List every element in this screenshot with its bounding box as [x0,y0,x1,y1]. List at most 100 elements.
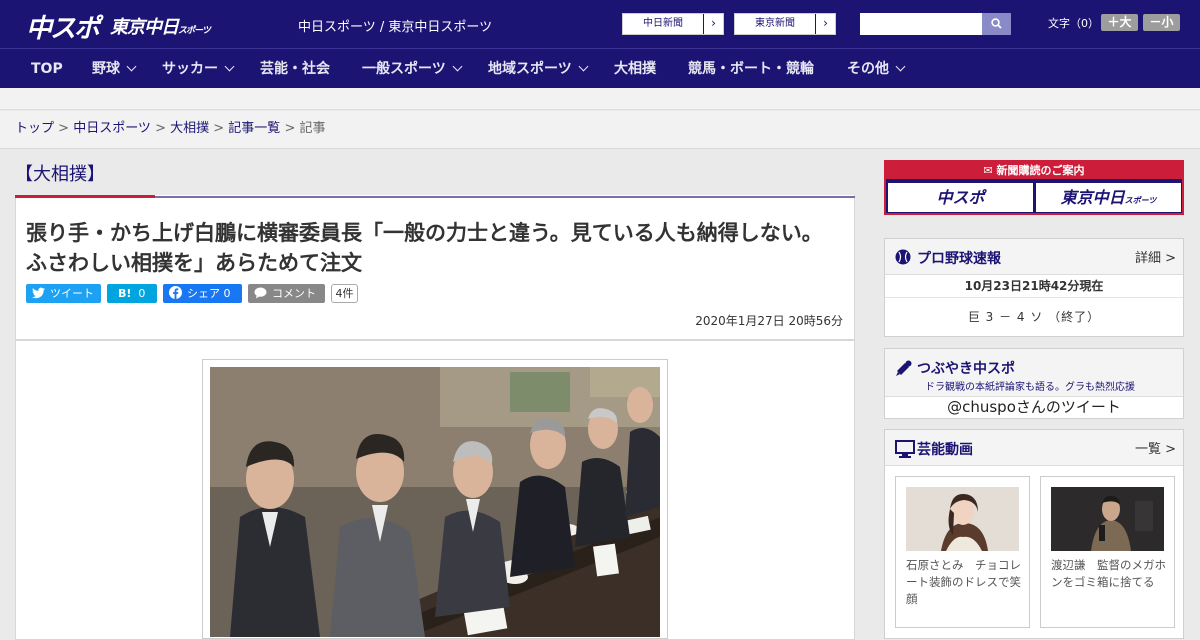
nav-label: 競馬・ボート・競輪 [688,61,814,77]
entertainment-video-widget: 芸能動画 一覧 > 石原さとみ チョコレート装飾のドレスで笑顔 渡辺謙 監督のメ… [884,429,1184,639]
tokyo-chunichi-logo[interactable]: 東京中日スポーツ [110,13,211,39]
video-thumbnail [1051,487,1164,551]
breadcrumb-separator: > [280,121,300,136]
baseball-icon [895,249,911,265]
breadcrumb: トップ > 中日スポーツ > 大相撲 > 記事一覧 > 記事 [0,111,1200,149]
chevron-right-icon: › [815,14,835,34]
nav-item-local-sports[interactable]: 地域スポーツ [488,49,589,89]
paper-label: 東京新聞 [755,18,795,29]
nav-item-racing[interactable]: 競馬・ボート・競輪 [688,49,814,89]
breadcrumb-separator: > [150,121,171,136]
monitor-icon [895,440,915,458]
hatena-count: 0 [138,287,146,300]
nav-label: 一般スポーツ [362,61,446,77]
video-card[interactable]: 石原さとみ チョコレート装飾のドレスで笑顔 [895,476,1030,628]
nav-item-sumo[interactable]: 大相撲 [614,49,656,89]
tokyo-shimbun-link[interactable]: 東京新聞 › [734,13,836,35]
nav-label: 芸能・社会 [260,61,330,77]
facebook-label: シェア [187,287,220,300]
facebook-icon [169,286,182,305]
video-list-link[interactable]: 一覧 > [1135,438,1176,457]
nav-item-entertainment[interactable]: 芸能・社会 [260,49,330,89]
hatena-bookmark-button[interactable]: B! 0 [107,284,157,303]
nav-label: 大相撲 [614,61,656,77]
tokyo-card-small: スポーツ [1124,196,1157,205]
chevron-down-icon [452,61,463,72]
widget-title: 芸能動画 [917,442,973,458]
widget-subtitle: ドラ観戦の本紙評論家も語る。グラも熱烈応援 [925,382,1135,393]
baseball-detail-link[interactable]: 詳細 > [1135,247,1176,266]
chuspo-logo[interactable]: 中スポ [26,8,100,45]
nav-label: その他 [847,61,889,77]
video-caption: 渡辺謙 監督のメガホンをゴミ箱に捨てる [1051,558,1166,589]
nav-item-top[interactable]: TOP [31,49,63,89]
megaphone-icon [896,360,912,376]
video-card[interactable]: 渡辺謙 監督のメガホンをゴミ箱に捨てる [1040,476,1175,628]
nav-label: サッカー [162,61,218,77]
nav-item-general-sports[interactable]: 一般スポーツ [362,49,463,89]
article-main: 【大相撲】 張り手・かち上げ白鵬に横審委員長「一般の力士と違う。見ている人も納得… [15,150,855,640]
tokyo-logo-small: スポーツ [178,26,211,36]
font-smaller-button[interactable]: －小 [1143,14,1180,31]
widget-header: 芸能動画 一覧 > [885,430,1183,466]
site-name: 中日スポーツ / 東京中日スポーツ [298,20,493,35]
nav-label: 野球 [92,61,120,77]
paper-label: 中日新聞 [643,18,683,29]
facebook-count: 0 [223,287,231,300]
meeting-photo-illustration [210,367,660,637]
article-date: 2020年1月27日 20時56分 [695,314,843,328]
facebook-share-button[interactable]: シェア 0 [163,284,242,303]
chevron-down-icon [224,61,235,72]
chevron-right-icon: › [703,14,723,34]
video-caption: 石原さとみ チョコレート装飾のドレスで笑顔 [906,558,1021,606]
tweet-label: ツイート [50,287,94,300]
chevron-down-icon [578,61,589,72]
breadcrumb-separator: > [209,121,229,136]
breadcrumb-article-list[interactable]: 記事一覧 [228,121,280,136]
search-icon [991,18,1002,29]
font-size-label: 文字（0） [1048,17,1099,30]
search-input[interactable] [860,13,982,35]
hatena-icon: B! [118,287,132,300]
tokyo-logo-text: 東京中日 [110,17,179,38]
chuspo-card: 中スポ [888,183,1033,212]
title-rule-accent [15,195,155,198]
article-photo[interactable] [210,367,660,637]
speech-bubble-icon [254,286,267,305]
widget-title: つぶやき中スポ [917,361,1015,377]
tweet-button[interactable]: ツイート [26,284,101,303]
subscription-title-text: 新聞購読のご案内 [996,164,1085,177]
nav-label: 地域スポーツ [488,61,572,77]
nav-item-others[interactable]: その他 [847,49,906,89]
comment-count-badge[interactable]: 4件 [331,284,358,303]
tokyo-card-text: 東京中日 [1060,188,1125,207]
chevron-down-icon [126,61,137,72]
nav-label: TOP [31,61,63,77]
chunichi-shimbun-link[interactable]: 中日新聞 › [622,13,724,35]
breadcrumb-current: 記事 [299,121,326,136]
tweet-widget: つぶやき中スポ ドラ観戦の本紙評論家も語る。グラも熱烈応援 @chuspoさんの… [884,348,1184,419]
comment-label: コメント [272,287,316,300]
twitter-handle-link[interactable]: @chuspoさんのツイート [885,397,1183,417]
search-button[interactable] [982,13,1011,35]
font-larger-button[interactable]: ＋大 [1101,14,1138,31]
comment-button[interactable]: コメント [248,284,325,303]
chevron-down-icon [895,61,906,72]
widget-header: プロ野球速報 詳細 > [885,239,1183,275]
breadcrumb-top[interactable]: トップ [15,121,54,136]
ad-band [0,88,1200,110]
article-photo-frame [202,359,668,639]
subscription-title: ✉ 新聞購読のご案内 [886,162,1182,179]
breadcrumb-sumo[interactable]: 大相撲 [170,121,209,136]
title-rule [155,196,855,198]
video-thumbnail [906,487,1019,551]
widget-header: つぶやき中スポ ドラ観戦の本紙評論家も語る。グラも熱烈応援 [885,349,1183,397]
subscription-banner[interactable]: ✉ 新聞購読のご案内 中スポ 東京中日スポーツ [884,160,1184,215]
score-timestamp: 10月23日21時42分現在 [885,275,1183,298]
nav-item-soccer[interactable]: サッカー [162,49,235,89]
tokyo-chunichi-card: 東京中日スポーツ [1036,183,1181,212]
breadcrumb-chunichi-sports[interactable]: 中日スポーツ [73,121,151,136]
twitter-icon [32,286,45,305]
score-line[interactable]: 巨 3 － 4 ソ （終了） [885,298,1183,336]
nav-item-baseball[interactable]: 野球 [92,49,137,89]
